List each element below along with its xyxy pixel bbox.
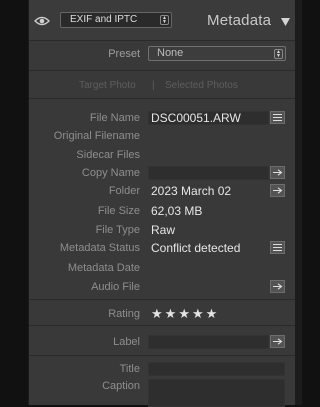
star-icon[interactable]: ★ (192, 306, 204, 321)
file-size-value: 62,03 MB (151, 204, 203, 218)
file-size-label: File Size (97, 205, 140, 217)
folder-value: 2023 March 02 (151, 184, 232, 198)
select-stepper-icon: ▲ ▼ (160, 15, 169, 25)
sidecar-files-label: Sidecar Files (76, 149, 140, 161)
row-label: Label (29, 333, 296, 351)
row-title: Title (29, 360, 296, 378)
file-name-label: File Name (89, 112, 140, 124)
preset-select[interactable]: None ▲ ▼ (148, 46, 286, 61)
row-original-filename: Original Filename (29, 127, 296, 145)
preset-label: Preset (108, 48, 140, 60)
metadata-status-value: Conflict detected (151, 241, 241, 255)
label-label: Label (113, 336, 140, 348)
star-icon[interactable]: ★ (165, 306, 177, 321)
list-icon[interactable] (270, 241, 285, 254)
target-separator: | (152, 80, 155, 91)
metadata-status-label: Metadata Status (59, 242, 140, 254)
divider (29, 299, 296, 300)
row-folder: Folder 2023 March 02 (29, 182, 296, 200)
divider (29, 98, 296, 99)
rating-label: Rating (108, 308, 140, 320)
panel-title: Metadata (207, 12, 272, 29)
panel-header[interactable]: EXIF and IPTC ▲ ▼ Metadata (29, 0, 296, 40)
row-caption: Caption (29, 377, 296, 407)
eye-icon[interactable] (34, 14, 50, 26)
selected-photos-toggle[interactable]: Selected Photos (165, 80, 238, 91)
divider (29, 325, 296, 326)
panel-scroll-edge (295, 0, 302, 405)
caption-label: Caption (102, 380, 140, 392)
row-rating: Rating ★ ★ ★ ★ ★ (29, 305, 296, 323)
list-icon[interactable] (270, 111, 285, 124)
arrow-right-icon[interactable] (270, 166, 285, 179)
row-audio-file: Audio File (29, 278, 296, 296)
metadata-set-select[interactable]: EXIF and IPTC ▲ ▼ (60, 12, 172, 28)
divider (29, 355, 296, 356)
copy-name-field[interactable] (148, 166, 269, 180)
row-file-size: File Size 62,03 MB (29, 202, 296, 220)
row-metadata-status: Metadata Status Conflict detected (29, 239, 296, 257)
target-photo-toggle[interactable]: Target Photo (79, 80, 136, 91)
star-icon[interactable]: ★ (151, 306, 163, 321)
audio-file-label: Audio File (91, 281, 140, 293)
file-name-value: DSC00051.ARW (151, 111, 241, 125)
metadata-set-value: EXIF and IPTC (70, 14, 138, 25)
row-file-name: File Name DSC00051.ARW (29, 109, 296, 127)
preset-value: None (157, 47, 184, 59)
row-file-type: File Type Raw (29, 221, 296, 239)
arrow-right-icon[interactable] (270, 335, 285, 348)
divider (29, 70, 296, 71)
divider (29, 40, 296, 41)
star-icon[interactable]: ★ (206, 306, 218, 321)
copy-name-label: Copy Name (81, 167, 140, 179)
select-stepper-icon: ▲ ▼ (274, 49, 283, 59)
file-type-value: Raw (151, 223, 176, 237)
original-filename-label: Original Filename (53, 130, 140, 142)
title-label: Title (119, 363, 140, 375)
row-metadata-date: Metadata Date (29, 259, 296, 277)
star-icon[interactable]: ★ (178, 306, 190, 321)
arrow-right-icon[interactable] (270, 184, 285, 197)
row-sidecar-files: Sidecar Files (29, 146, 296, 164)
arrow-right-icon[interactable] (270, 280, 285, 293)
title-field[interactable] (148, 362, 285, 376)
folder-label: Folder (108, 185, 140, 197)
rating-stars[interactable]: ★ ★ ★ ★ ★ (151, 305, 219, 323)
row-copy-name: Copy Name (29, 164, 296, 182)
caption-field[interactable] (148, 379, 285, 407)
metadata-date-label: Metadata Date (67, 262, 140, 274)
file-type-label: File Type (95, 224, 140, 236)
triangle-down-icon[interactable] (280, 14, 291, 26)
metadata-panel: EXIF and IPTC ▲ ▼ Metadata Preset None ▲ ▼… (28, 0, 297, 407)
label-field[interactable] (148, 335, 269, 349)
